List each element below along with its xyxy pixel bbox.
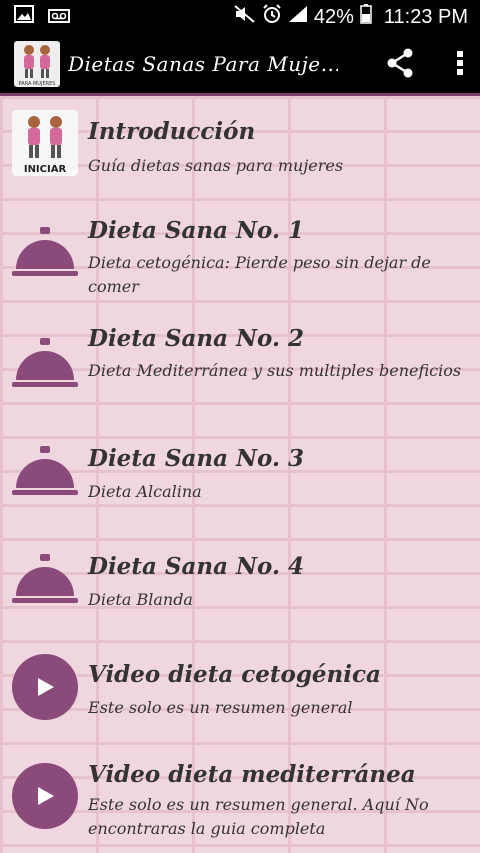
cloche-icon bbox=[12, 442, 78, 508]
alarm-icon bbox=[262, 4, 282, 30]
status-time: 11:23 PM bbox=[383, 5, 468, 28]
logo-caption: PARA MUJERES bbox=[19, 81, 56, 87]
item-title: Video dieta mediterránea bbox=[88, 761, 416, 788]
item-title: Dieta Sana No. 2 bbox=[88, 325, 304, 352]
cloche-icon bbox=[12, 223, 78, 289]
iniciar-logo: INICIAR bbox=[12, 110, 78, 176]
status-bar: 42% 11:23 PM bbox=[0, 0, 480, 34]
item-subtitle: Este solo es un resumen general bbox=[88, 698, 353, 717]
battery-percent: 42% bbox=[313, 5, 354, 28]
item-subtitle: Dieta Blanda bbox=[88, 590, 193, 609]
image-icon bbox=[14, 5, 34, 29]
cloche-icon bbox=[12, 550, 78, 616]
list-item-dieta-2[interactable]: Dieta Sana No. 2 Dieta Mediterránea y su… bbox=[0, 318, 480, 423]
item-subtitle: Este solo es un resumen general. Aquí No… bbox=[88, 795, 429, 838]
item-title: Video dieta cetogénica bbox=[88, 661, 381, 688]
item-title: Dieta Sana No. 1 bbox=[88, 217, 304, 244]
list-item-introduccion[interactable]: INICIAR Introducción Guía dietas sanas p… bbox=[0, 110, 480, 210]
share-icon[interactable] bbox=[386, 48, 414, 82]
item-title: Dieta Sana No. 4 bbox=[88, 553, 304, 580]
item-title: Introducción bbox=[88, 118, 256, 145]
item-subtitle: Dieta Mediterránea y sus multiples benef… bbox=[88, 361, 462, 380]
app-bar: PARA MUJERES Dietas Sanas Para Muje... bbox=[0, 34, 480, 96]
signal-icon bbox=[288, 5, 308, 29]
mute-icon bbox=[234, 5, 256, 29]
menu-list: INICIAR Introducción Guía dietas sanas p… bbox=[0, 96, 480, 853]
voicemail-icon bbox=[48, 6, 70, 29]
item-title: Dieta Sana No. 3 bbox=[88, 445, 304, 472]
play-icon[interactable] bbox=[12, 654, 78, 720]
item-subtitle: Dieta cetogénica: Pierde peso sin dejar … bbox=[88, 253, 431, 296]
item-subtitle: Guía dietas sanas para mujeres bbox=[88, 156, 344, 175]
list-item-dieta-3[interactable]: Dieta Sana No. 3 Dieta Alcalina bbox=[0, 438, 480, 533]
list-item-dieta-4[interactable]: Dieta Sana No. 4 Dieta Blanda bbox=[0, 546, 480, 641]
app-title: Dietas Sanas Para Muje... bbox=[68, 51, 338, 76]
more-vert-icon[interactable] bbox=[456, 50, 464, 80]
list-item-dieta-1[interactable]: Dieta Sana No. 1 Dieta cetogénica: Pierd… bbox=[0, 211, 480, 316]
item-subtitle: Dieta Alcalina bbox=[88, 482, 202, 501]
cloche-icon bbox=[12, 334, 78, 400]
list-item-video-cetogenica[interactable]: Video dieta cetogénica Este solo es un r… bbox=[0, 654, 480, 749]
battery-icon bbox=[360, 4, 372, 30]
iniciar-label: INICIAR bbox=[24, 164, 67, 175]
list-item-video-mediterranea[interactable]: Video dieta mediterránea Este solo es un… bbox=[0, 761, 480, 853]
app-logo: PARA MUJERES bbox=[14, 40, 60, 87]
play-icon[interactable] bbox=[12, 763, 78, 829]
